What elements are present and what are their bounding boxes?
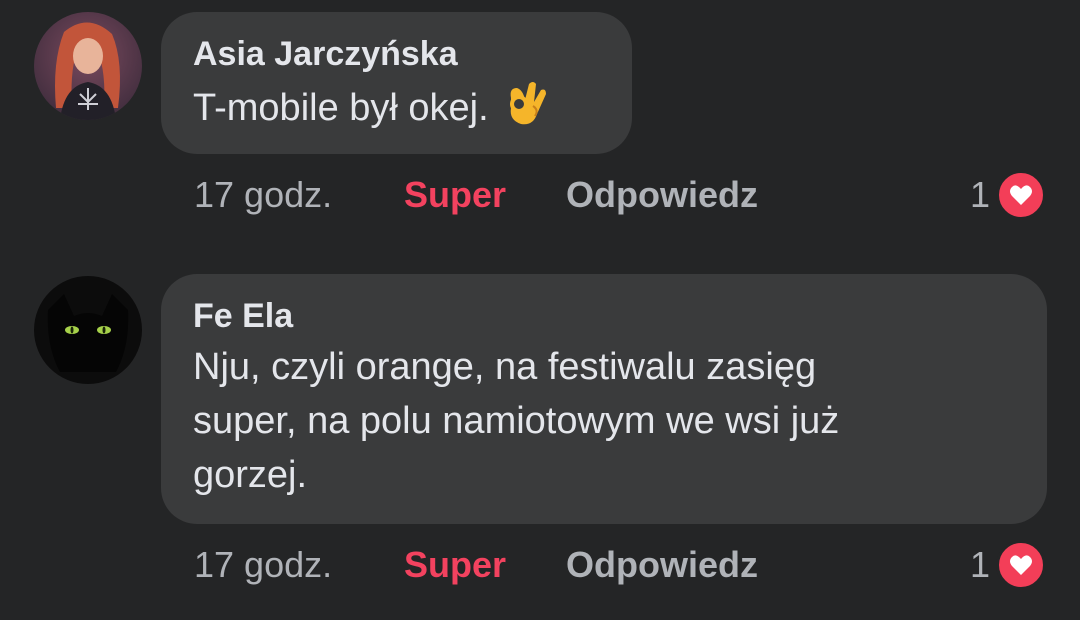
comments-thread: Asia Jarczyńska T-mobile był okej. 17 go… (0, 0, 1080, 620)
reaction-count: 1 (969, 544, 990, 585)
heart-icon (996, 540, 1046, 590)
comment-bubble[interactable]: Fe Ela Nju, czyli orange, na festiwalu z… (161, 274, 1047, 524)
comment-actions: 17 godz. Super Odpowiedz 1 (194, 170, 1054, 220)
reaction-count: 1 (969, 174, 990, 215)
avatar-photo (34, 12, 142, 120)
ok-hand-emoji-icon (503, 80, 549, 143)
comment-timestamp[interactable]: 17 godz. (194, 170, 332, 220)
comment-actions: 17 godz. Super Odpowiedz 1 (194, 540, 1054, 590)
comment-author[interactable]: Asia Jarczyńska (193, 34, 600, 74)
avatar[interactable] (34, 276, 142, 384)
comment-timestamp[interactable]: 17 godz. (194, 540, 332, 590)
reply-button[interactable]: Odpowiedz (566, 540, 758, 590)
like-button[interactable]: Super (404, 540, 506, 590)
like-button[interactable]: Super (404, 170, 506, 220)
comment-text: Nju, czyli orange, na festiwalu zasięg s… (193, 346, 840, 496)
comment-author[interactable]: Fe Ela (193, 296, 1015, 336)
avatar-photo (34, 276, 142, 384)
comment-text: T-mobile był okej. (193, 80, 600, 143)
reaction-summary[interactable]: 1 (970, 170, 1046, 220)
reaction-summary[interactable]: 1 (970, 540, 1046, 590)
avatar[interactable] (34, 12, 142, 120)
heart-icon (996, 170, 1046, 220)
reply-button[interactable]: Odpowiedz (566, 170, 758, 220)
comment-bubble[interactable]: Asia Jarczyńska T-mobile był okej. (161, 12, 632, 154)
comment-text-content: T-mobile był okej. (193, 87, 489, 129)
